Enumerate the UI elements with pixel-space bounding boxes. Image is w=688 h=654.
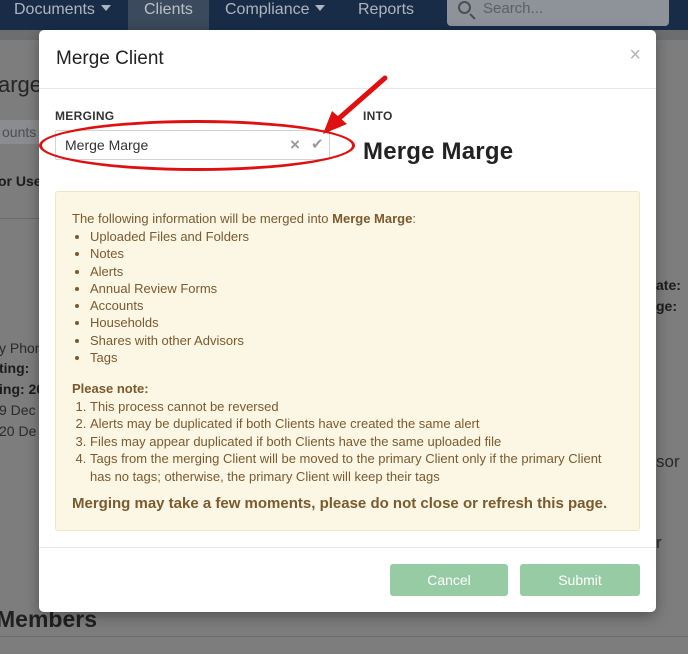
list-item: Tags	[90, 349, 249, 366]
search-input[interactable]: Search...	[447, 0, 669, 26]
bg-advisor-heading: sor	[656, 452, 680, 471]
bg-phone-label: y Phon	[0, 340, 43, 356]
intro-colon: :	[412, 211, 416, 226]
submit-button[interactable]: Submit	[520, 564, 640, 596]
nav-reports[interactable]: Reports	[358, 0, 414, 30]
list-item: Uploaded Files and Folders	[90, 228, 249, 245]
nav-documents[interactable]: Documents	[14, 0, 111, 30]
nav-clients-label: Clients	[144, 1, 193, 18]
nav-compliance[interactable]: Compliance	[225, 0, 326, 30]
bg-age-label: ge:	[656, 298, 677, 314]
bg-ing-label: ing: 20	[0, 381, 45, 397]
merge-warning: Merging may take a few moments, please d…	[72, 495, 608, 512]
list-item: Annual Review Forms	[90, 280, 249, 297]
bg-date-label: ate:	[656, 277, 681, 293]
merge-info-panel: The following information will be merged…	[55, 191, 640, 531]
list-item: Accounts	[90, 297, 249, 314]
divider	[0, 636, 688, 637]
bg-date-2: 20 De	[0, 423, 37, 439]
merged-items-list: Uploaded Files and Folders Notes Alerts …	[90, 228, 249, 366]
search-placeholder: Search...	[483, 0, 544, 17]
list-item: Files may appear duplicated if both Clie…	[90, 433, 625, 450]
list-item: Notes	[90, 245, 249, 262]
chevron-down-icon	[315, 5, 326, 11]
nav-clients[interactable]: Clients	[128, 0, 209, 30]
list-item: Shares with other Advisors	[90, 332, 249, 349]
note-title: Please note:	[72, 381, 149, 396]
notes-list: This process cannot be reversed Alerts m…	[90, 398, 625, 485]
list-item: Tags from the merging Client will be mov…	[90, 450, 625, 485]
annotation-arrow-icon	[323, 75, 388, 134]
divider	[0, 218, 39, 219]
list-item: Households	[90, 314, 249, 331]
list-item: Alerts	[90, 263, 249, 280]
intro-target: Merge Marge	[332, 211, 413, 226]
highlight-ellipse	[38, 120, 355, 171]
list-item: Alerts may be duplicated if both Clients…	[90, 415, 625, 432]
page-title: arge	[0, 72, 43, 97]
intro-text: The following information will be merged…	[72, 211, 333, 226]
nav-documents-label: Documents	[14, 1, 95, 18]
close-icon[interactable]: ×	[629, 44, 641, 67]
bg-date-1: 9 Dec	[0, 402, 36, 418]
into-client-name: Merge Marge	[363, 138, 514, 165]
bg-setting-label: ting:	[0, 360, 30, 376]
cancel-button[interactable]: Cancel	[390, 564, 508, 596]
chevron-down-icon	[100, 5, 111, 11]
modal-title: Merge Client	[56, 48, 164, 69]
merging-label: MERGING	[55, 109, 115, 123]
nav-reports-label: Reports	[358, 1, 415, 18]
bg-label-user: or Use	[0, 173, 42, 189]
top-navbar: Documents Clients Compliance Reports Sea…	[0, 0, 688, 30]
bg-heading-fragment: r	[656, 533, 662, 552]
modal-footer-divider	[39, 547, 656, 548]
tab-accounts[interactable]: ounts	[0, 120, 40, 144]
list-item: This process cannot be reversed	[90, 398, 625, 415]
search-icon	[458, 1, 471, 14]
merge-info-intro: The following information will be merged…	[72, 211, 416, 226]
merge-client-modal: Merge Client × MERGING INTO Merge Marge …	[38, 30, 656, 612]
nav-compliance-label: Compliance	[225, 1, 310, 18]
